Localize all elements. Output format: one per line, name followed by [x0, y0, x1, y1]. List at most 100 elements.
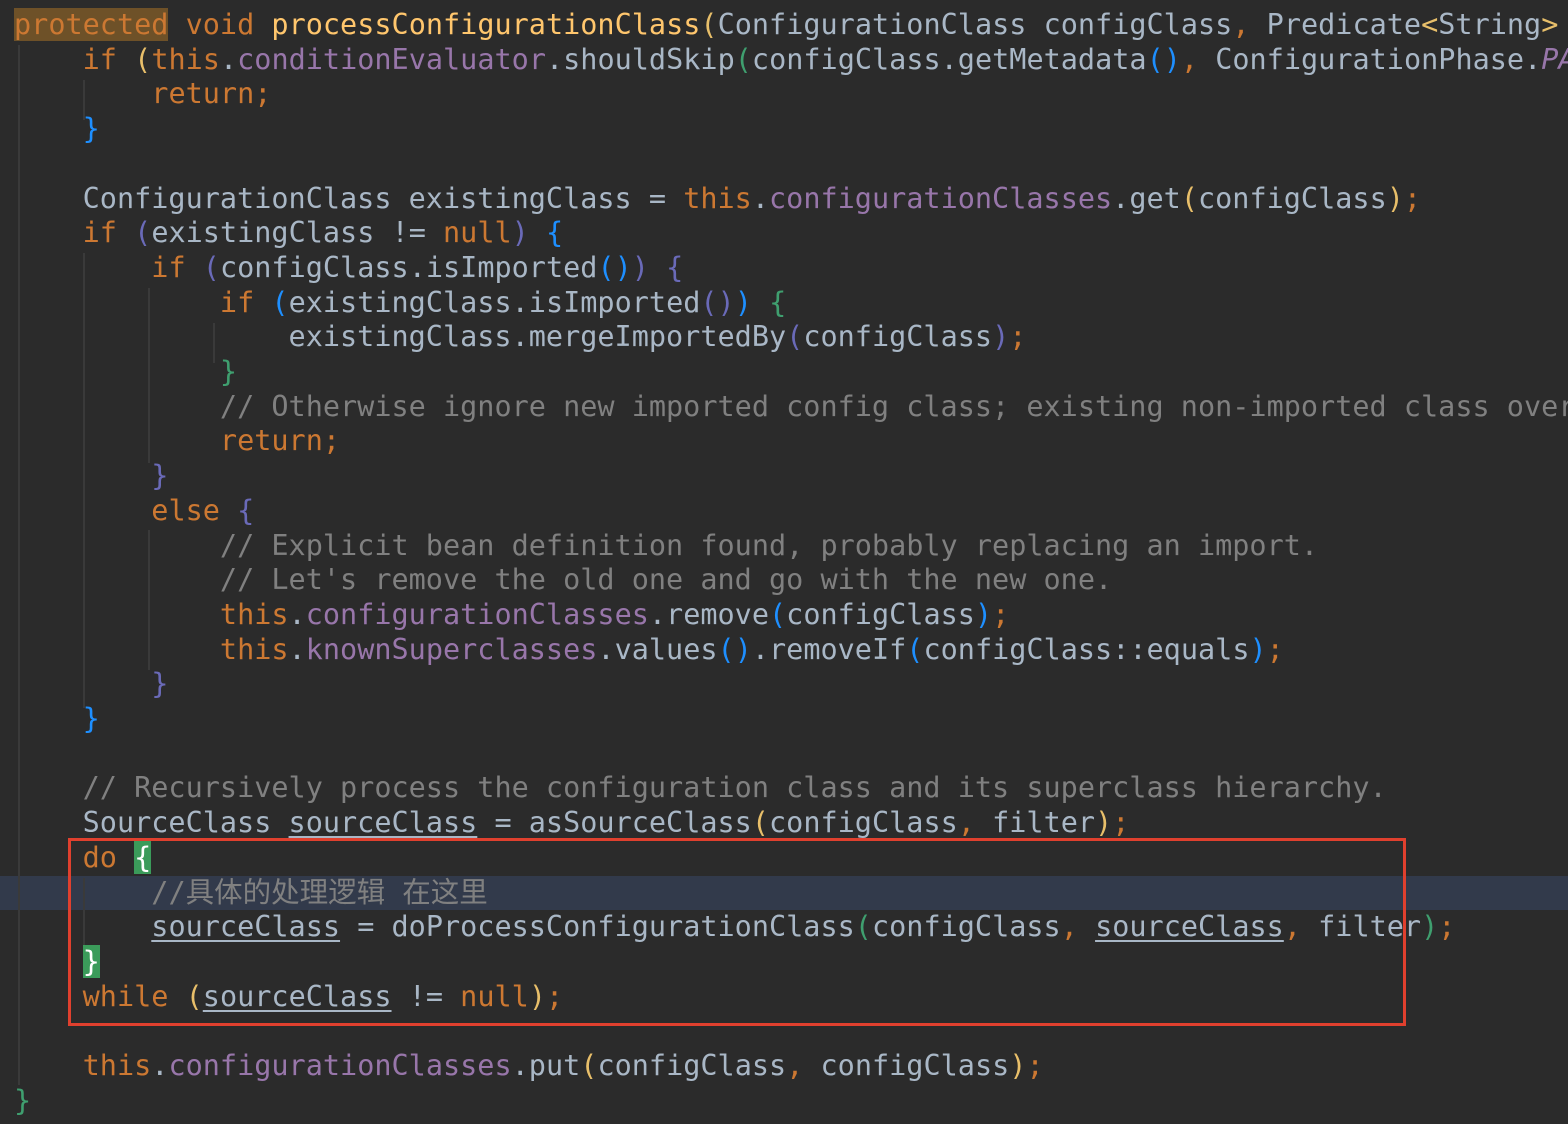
code-line[interactable]: SourceClass sourceClass = asSourceClass(…	[14, 806, 1130, 841]
code-token: )	[1386, 181, 1404, 215]
code-line[interactable]: // Otherwise ignore new imported config …	[14, 390, 1568, 425]
code-line[interactable]: // Recursively process the configuration…	[14, 771, 1387, 806]
code-token: ;	[254, 77, 272, 111]
code-token: (	[271, 285, 289, 319]
code-token: {	[769, 285, 787, 319]
code-token: configClass	[786, 597, 975, 631]
code-token: )	[631, 250, 649, 284]
code-line[interactable]: }	[14, 112, 100, 147]
code-line[interactable]: }	[14, 459, 168, 494]
code-token: {	[666, 250, 684, 284]
code-editor[interactable]: protected void processConfigurationClass…	[0, 0, 1568, 1124]
code-line[interactable]: }	[14, 702, 100, 737]
code-token: )	[511, 216, 529, 250]
code-token: (	[580, 1049, 598, 1082]
code-token: if	[151, 250, 186, 284]
code-token: .put	[511, 1049, 581, 1082]
code-token: (	[1180, 181, 1198, 215]
code-token: )	[1095, 806, 1113, 840]
code-token: // Explicit bean definition found, proba…	[219, 528, 1319, 562]
code-token: ConfigurationPhase.	[1198, 42, 1542, 76]
code-token: = asSourceClass	[477, 806, 752, 840]
code-token: String	[1438, 8, 1542, 41]
code-token: (	[134, 216, 152, 250]
code-line[interactable]: if (existingClass.isImported()) {	[14, 286, 786, 321]
code-token: .removeIf	[751, 632, 907, 666]
code-token: return	[219, 424, 323, 458]
code-line[interactable]: return;	[14, 424, 340, 459]
code-token: ;	[1009, 320, 1027, 354]
code-line[interactable]: if (this.conditionEvaluator.shouldSkip(c…	[14, 43, 1568, 78]
code-token: filter	[1558, 8, 1568, 41]
code-token: }	[219, 355, 238, 388]
code-token: }	[151, 667, 169, 701]
code-token: (	[202, 250, 220, 284]
code-token: knownSuperclasses	[305, 632, 598, 666]
code-line[interactable]: }	[14, 1084, 31, 1119]
code-token: .shouldSkip	[545, 42, 735, 76]
code-token: ;	[1266, 632, 1284, 666]
code-token: }	[151, 459, 169, 493]
code-token: configClass.isImported	[219, 250, 598, 284]
code-line[interactable]: else {	[14, 494, 254, 529]
code-line[interactable]: if (configClass.isImported()) {	[14, 251, 683, 286]
code-token: existingClass.mergeImportedBy	[14, 320, 787, 354]
code-line[interactable]: if (existingClass != null) {	[14, 216, 564, 251]
code-token: )	[992, 320, 1010, 354]
code-token: PARSE_CONFIGURATION	[1541, 42, 1568, 76]
code-token: .	[219, 42, 238, 76]
code-token: // Otherwise ignore new imported config …	[219, 389, 1568, 423]
code-line[interactable]: existingClass.mergeImportedBy(configClas…	[14, 320, 1027, 355]
code-token: configurationClasses	[769, 181, 1113, 215]
code-token: ;	[992, 597, 1010, 631]
code-line[interactable]: ConfigurationClass existingClass = this.…	[14, 182, 1421, 217]
code-token: protected	[14, 8, 169, 41]
code-token: existingClass.isImported	[288, 285, 701, 319]
code-token: existingClass !=	[151, 216, 444, 250]
code-line[interactable]: // Explicit bean definition found, proba…	[14, 529, 1318, 564]
code-token: ;	[322, 424, 341, 458]
code-token: this	[219, 597, 289, 631]
code-line[interactable]: }	[14, 355, 237, 390]
code-token: configurationClasses	[168, 1049, 512, 1082]
code-token: )	[1009, 1049, 1027, 1082]
code-token: }	[82, 702, 100, 735]
code-token: .remove	[648, 597, 769, 631]
code-token: (	[134, 42, 152, 76]
code-line[interactable]: return;	[14, 77, 271, 112]
code-token: }	[14, 1083, 32, 1117]
code-token: (	[734, 42, 752, 76]
code-token: ,	[1232, 8, 1250, 41]
code-token: configClass	[803, 1049, 1010, 1082]
code-token: sourceClass	[288, 806, 478, 840]
code-line[interactable]: protected void processConfigurationClass…	[14, 8, 1568, 43]
code-token: )	[1421, 910, 1439, 944]
code-line[interactable]: }	[14, 667, 168, 702]
code-line[interactable]: // Let's remove the old one and go with …	[14, 563, 1112, 598]
code-token: (	[906, 632, 924, 666]
code-line[interactable]: this.knownSuperclasses.values().removeIf…	[14, 633, 1284, 668]
code-line[interactable]: this.configurationClasses.put(configClas…	[14, 1049, 1044, 1084]
code-token: <	[1421, 8, 1439, 41]
code-token: if	[82, 42, 117, 76]
code-token: // Let's remove the old one and go with …	[219, 563, 1113, 597]
code-token: configClass	[597, 1049, 787, 1082]
code-token: ()	[1146, 42, 1181, 76]
code-line[interactable]: this.configurationClasses.remove(configC…	[14, 598, 1009, 633]
code-token: )	[974, 597, 993, 631]
